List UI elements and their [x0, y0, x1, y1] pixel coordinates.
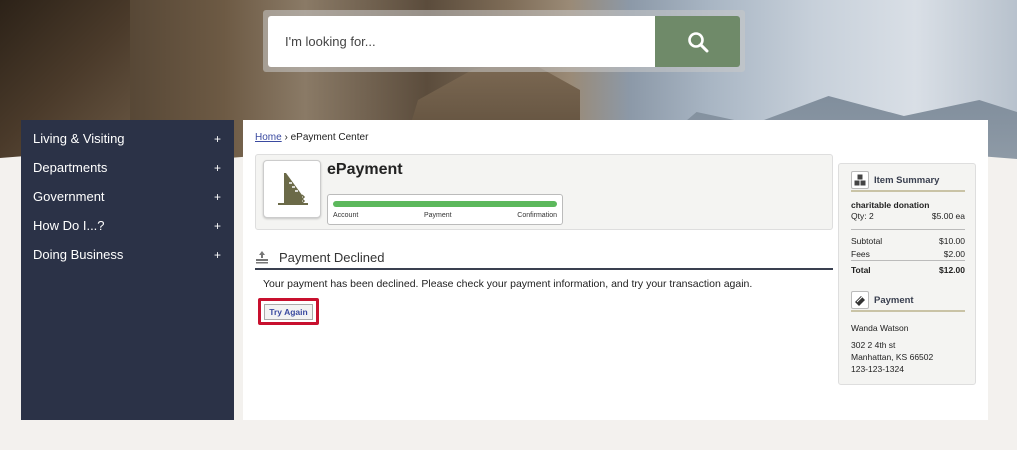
sidebar-item-how-do-i[interactable]: How Do I...? +	[21, 211, 234, 240]
sidebar-item-label: Doing Business	[33, 247, 124, 262]
step-account: Account	[333, 212, 359, 219]
breadcrumb-current: ePayment Center	[290, 132, 369, 143]
epayment-header: ePayment Account Payment Confirmation	[255, 154, 833, 230]
fees-label: Fees	[851, 249, 870, 259]
sidebar-item-doing-business[interactable]: Doing Business +	[21, 240, 234, 269]
item-qty: Qty: 2	[851, 211, 874, 221]
breadcrumb-home-link[interactable]: Home	[255, 132, 282, 143]
expand-icon[interactable]: +	[214, 248, 221, 262]
sidebar-item-label: Living & Visiting	[33, 131, 125, 146]
subtotal-label: Subtotal	[851, 236, 883, 246]
phone-row: 123-123-1324	[851, 364, 965, 374]
progress-steps: Account Payment Confirmation	[333, 212, 557, 219]
sidebar-item-label: How Do I...?	[33, 218, 105, 233]
address-line2: Manhattan, KS 66502	[851, 352, 934, 362]
sidebar-nav: Living & Visiting + Departments + Govern…	[21, 120, 234, 420]
item-qty-row: Qty: 2 $5.00 ea	[851, 211, 965, 221]
item-name: charitable donation	[851, 200, 930, 210]
epayment-icon-tile	[263, 160, 321, 218]
payer-name: Wanda Watson	[851, 323, 909, 333]
item-name-row: charitable donation	[851, 200, 965, 210]
sidebar-item-government[interactable]: Government +	[21, 182, 234, 211]
address-line1: 302 2 4th st	[851, 340, 896, 350]
sidebar-item-label: Government	[33, 189, 105, 204]
sidebar-item-label: Departments	[33, 160, 108, 175]
breadcrumb-separator: ›	[284, 132, 288, 143]
search-input[interactable]	[268, 16, 656, 67]
boxes-icon	[851, 171, 869, 189]
receipt-icon	[278, 173, 308, 205]
breadcrumb: Home › ePayment Center	[255, 132, 368, 143]
declined-section-header: Payment Declined	[255, 246, 833, 270]
total-label: Total	[851, 265, 871, 275]
summary-divider	[851, 229, 965, 230]
subtotal-value: $10.00	[939, 236, 965, 246]
payment-header: Payment	[851, 290, 965, 312]
item-summary-title: Item Summary	[874, 174, 940, 186]
progress-bar	[333, 201, 557, 207]
try-again-button[interactable]: Try Again	[264, 303, 313, 320]
address-line1-row: 302 2 4th st	[851, 340, 965, 350]
fees-value: $2.00	[943, 249, 965, 259]
fees-row: Fees $2.00	[851, 249, 965, 259]
declined-message: Your payment has been declined. Please c…	[263, 278, 753, 290]
payment-title: Payment	[874, 294, 914, 306]
item-summary-header: Item Summary	[851, 170, 965, 192]
main-content: Home › ePayment Center ePayment Account …	[243, 120, 988, 420]
step-payment: Payment	[423, 212, 452, 219]
declined-icon	[256, 251, 268, 264]
expand-icon[interactable]: +	[214, 190, 221, 204]
payer-name-row: Wanda Watson	[851, 323, 965, 333]
item-summary-card: Item Summary charitable donation Qty: 2 …	[838, 163, 976, 385]
declined-title: Payment Declined	[279, 249, 385, 265]
card-icon	[851, 291, 869, 309]
address-line2-row: Manhattan, KS 66502	[851, 352, 965, 362]
sidebar-item-departments[interactable]: Departments +	[21, 153, 234, 182]
sidebar-item-living-visiting[interactable]: Living & Visiting +	[21, 124, 234, 153]
search-icon	[687, 31, 708, 52]
item-price-each: $5.00 ea	[931, 211, 965, 221]
expand-icon[interactable]: +	[214, 161, 221, 175]
summary-divider	[851, 260, 965, 261]
try-again-highlight: Try Again	[258, 298, 319, 325]
total-row: Total $12.00	[851, 265, 965, 275]
step-confirmation: Confirmation	[517, 212, 557, 219]
search-button[interactable]	[655, 16, 740, 67]
total-value: $12.00	[939, 265, 965, 275]
page-title: ePayment	[327, 161, 403, 178]
progress-tracker: Account Payment Confirmation	[327, 194, 563, 225]
subtotal-row: Subtotal $10.00	[851, 236, 965, 246]
expand-icon[interactable]: +	[214, 219, 221, 233]
expand-icon[interactable]: +	[214, 132, 221, 146]
phone: 123-123-1324	[851, 364, 904, 374]
